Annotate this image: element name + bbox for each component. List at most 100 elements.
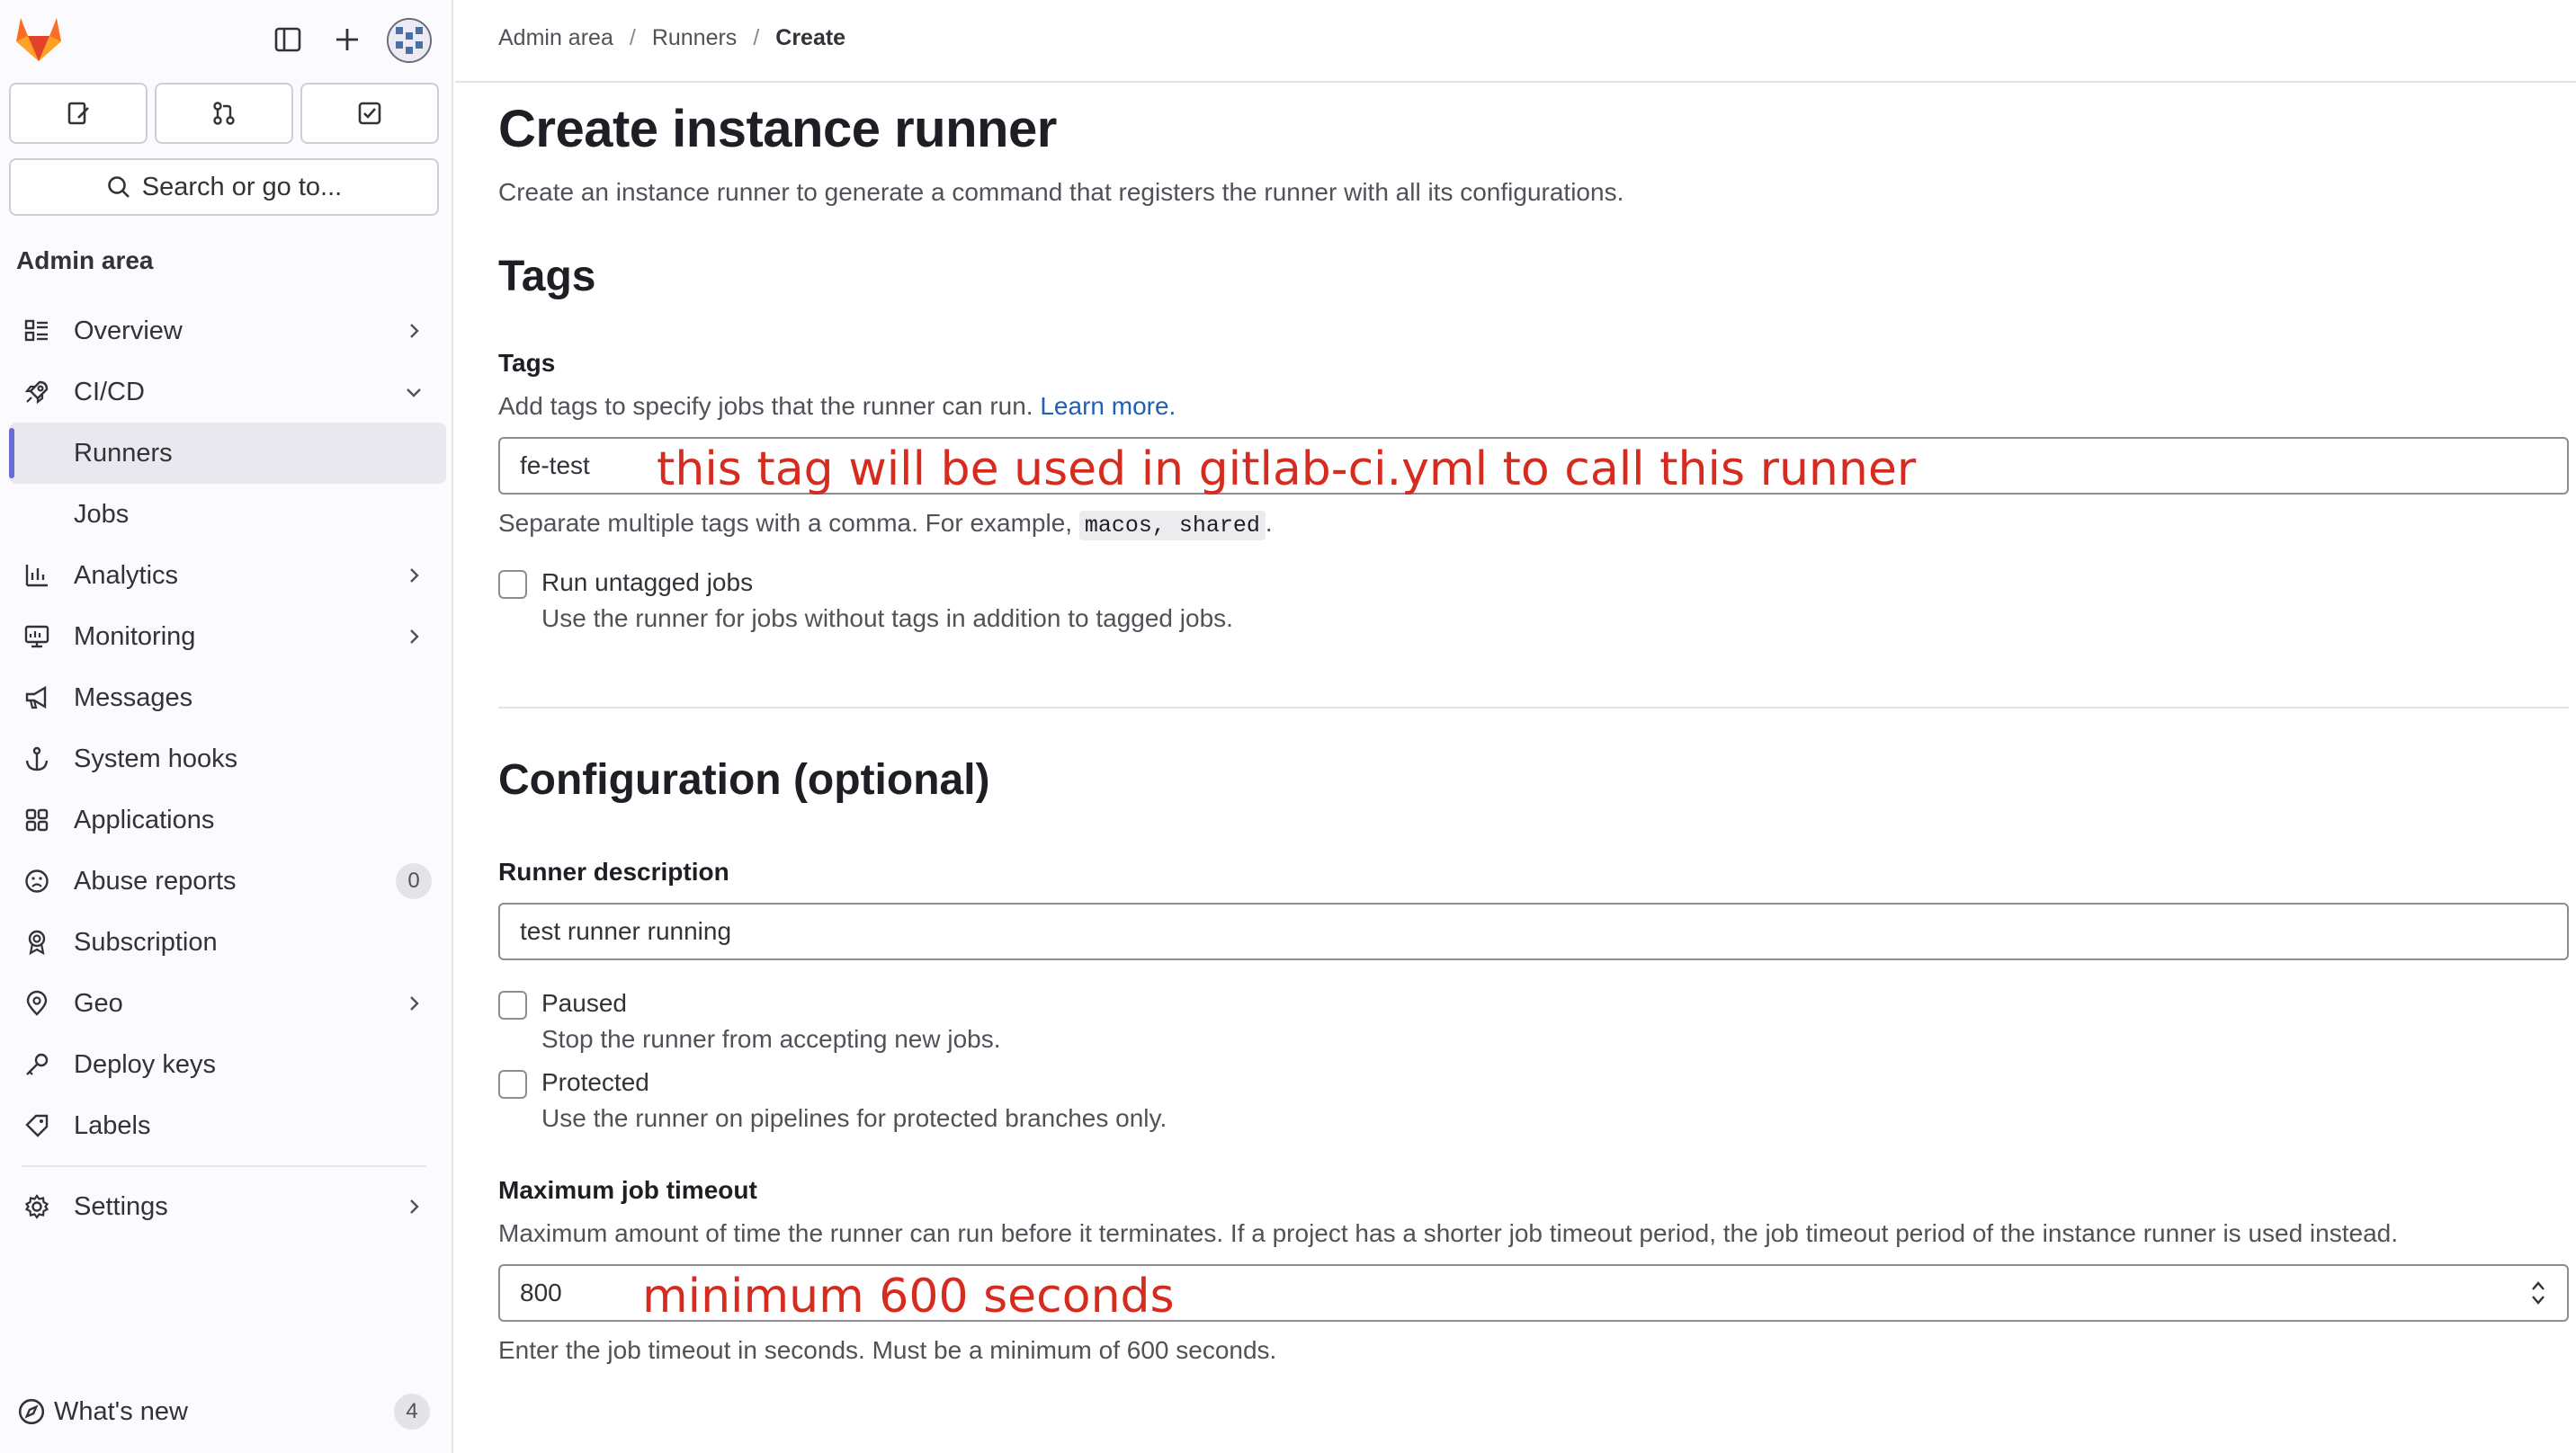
chevron-right-icon — [410, 324, 419, 338]
breadcrumb-link-runners[interactable]: Runners — [652, 25, 738, 51]
search-label: Search or go to... — [141, 172, 343, 201]
run-untagged-help: Use the runner for jobs without tags in … — [541, 604, 1233, 632]
section-divider — [498, 707, 2569, 709]
sidebar-item-label: Deploy keys — [74, 1049, 216, 1079]
chart-icon — [22, 560, 52, 591]
merge-requests-button[interactable] — [155, 83, 293, 144]
sidebar-item-subscription[interactable]: Subscription — [9, 912, 446, 973]
number-stepper-icon[interactable] — [2529, 1278, 2547, 1308]
user-avatar[interactable] — [387, 18, 432, 63]
breadcrumb-separator: / — [753, 25, 760, 50]
tags-field-label: Tags — [498, 349, 556, 377]
tags-input-value: fe-test — [520, 451, 590, 479]
overview-icon — [22, 316, 52, 346]
run-untagged-label: Run untagged jobs — [541, 568, 754, 596]
applications-icon — [22, 805, 52, 835]
chevron-right-icon — [410, 1199, 419, 1214]
whats-new-label: What's new — [54, 1396, 188, 1426]
sidebar-item-cicd[interactable]: CI/CD — [9, 361, 446, 423]
paused-help: Stop the runner from accepting new jobs. — [541, 1025, 1001, 1053]
sidebar-item-jobs[interactable]: Jobs — [9, 484, 446, 545]
run-untagged-checkbox[interactable] — [498, 570, 527, 599]
tags-help-text: Add tags to specify jobs that the runner… — [498, 392, 1176, 421]
learn-more-link[interactable]: Learn more. — [1040, 392, 1176, 420]
sidebar-toggle-icon[interactable] — [268, 20, 308, 59]
page-title: Create instance runner — [498, 100, 1057, 158]
plus-icon[interactable] — [327, 20, 367, 59]
award-icon — [22, 927, 52, 958]
megaphone-icon — [22, 682, 52, 713]
count-badge: 0 — [396, 863, 432, 899]
chevron-right-icon — [410, 568, 419, 583]
sidebar-item-label: Runners — [74, 438, 173, 468]
protected-checkbox[interactable] — [498, 1070, 527, 1099]
sidebar-item-label: Analytics — [74, 560, 179, 590]
count-badge: 4 — [394, 1394, 430, 1430]
sidebar-item-settings[interactable]: Settings — [9, 1176, 446, 1237]
runner-description-label: Runner description — [498, 858, 729, 886]
sidebar-item-deploy-keys[interactable]: Deploy keys — [9, 1034, 446, 1095]
sidebar-item-label: Settings — [74, 1191, 168, 1221]
sidebar-item-abuse-reports[interactable]: Abuse reports 0 — [9, 851, 446, 912]
paused-checkbox[interactable] — [498, 991, 527, 1020]
sidebar-item-runners[interactable]: Runners — [9, 423, 446, 484]
breadcrumb-separator: / — [629, 25, 636, 50]
chevron-down-icon — [407, 388, 421, 397]
protected-label: Protected — [541, 1068, 649, 1096]
breadcrumb-link-admin-area[interactable]: Admin area — [498, 25, 613, 51]
chevron-right-icon — [410, 629, 419, 644]
sidebar-top-bar — [0, 0, 453, 81]
sidebar: Search or go to... Admin area Overview C… — [0, 0, 453, 1453]
whats-new-button[interactable]: What's new 4 — [16, 1385, 430, 1439]
sidebar-item-label: Labels — [74, 1110, 151, 1140]
paused-option: Paused Stop the runner from accepting ne… — [498, 989, 1937, 1063]
issues-button[interactable] — [9, 83, 148, 144]
tags-annotation: this tag will be used in gitlab-ci.yml t… — [657, 442, 1917, 496]
sidebar-item-label: Abuse reports — [74, 866, 237, 896]
quick-action-buttons — [9, 83, 439, 144]
sidebar-item-overview[interactable]: Overview — [9, 300, 446, 361]
sidebar-item-label: Monitoring — [74, 621, 196, 651]
tags-section-heading: Tags — [498, 253, 596, 300]
sidebar-item-label: Messages — [74, 682, 193, 712]
runner-description-input[interactable]: test runner running — [498, 903, 2569, 960]
page-description: Create an instance runner to generate a … — [498, 178, 1624, 206]
gear-icon — [22, 1191, 52, 1222]
search-icon — [107, 176, 130, 198]
sidebar-item-geo[interactable]: Geo — [9, 973, 446, 1034]
tags-help-body: Add tags to specify jobs that the runner… — [498, 392, 1033, 420]
paused-label: Paused — [541, 989, 627, 1017]
tags-hint-prefix: Separate multiple tags with a comma. For… — [498, 509, 1079, 537]
sidebar-item-label: CI/CD — [74, 377, 145, 406]
sidebar-item-label: Jobs — [74, 499, 130, 529]
search-button[interactable]: Search or go to... — [9, 158, 439, 216]
issues-icon — [67, 102, 89, 125]
sidebar-item-messages[interactable]: Messages — [9, 667, 446, 728]
protected-option: Protected Use the runner on pipelines fo… — [498, 1068, 1937, 1142]
runner-description-value: test runner running — [520, 917, 732, 945]
top-bar: Admin area / Runners / Create — [455, 0, 2576, 83]
sidebar-item-label: Overview — [74, 316, 183, 345]
location-pin-icon — [22, 988, 52, 1019]
sad-face-icon — [22, 866, 52, 896]
sidebar-item-analytics[interactable]: Analytics — [9, 545, 446, 606]
breadcrumb-current: Create — [775, 25, 846, 50]
gitlab-logo-icon[interactable] — [13, 14, 65, 63]
timeout-hint: Enter the job timeout in seconds. Must b… — [498, 1336, 1277, 1364]
todos-button[interactable] — [300, 83, 439, 144]
sidebar-divider — [22, 1165, 426, 1167]
anchor-icon — [22, 744, 52, 774]
sidebar-item-applications[interactable]: Applications — [9, 789, 446, 851]
protected-help: Use the runner on pipelines for protecte… — [541, 1104, 1167, 1132]
sidebar-item-label: Geo — [74, 988, 123, 1018]
tags-hint-suffix: . — [1265, 509, 1273, 537]
todo-icon — [358, 102, 381, 125]
monitor-icon — [22, 621, 52, 652]
sidebar-item-monitoring[interactable]: Monitoring — [9, 606, 446, 667]
sidebar-item-labels[interactable]: Labels — [9, 1095, 446, 1156]
sidebar-item-label: System hooks — [74, 744, 238, 773]
timeout-label: Maximum job timeout — [498, 1176, 757, 1204]
sidebar-item-system-hooks[interactable]: System hooks — [9, 728, 446, 789]
timeout-annotation: minimum 600 seconds — [642, 1270, 1175, 1324]
sidebar-item-label: Subscription — [74, 927, 218, 957]
